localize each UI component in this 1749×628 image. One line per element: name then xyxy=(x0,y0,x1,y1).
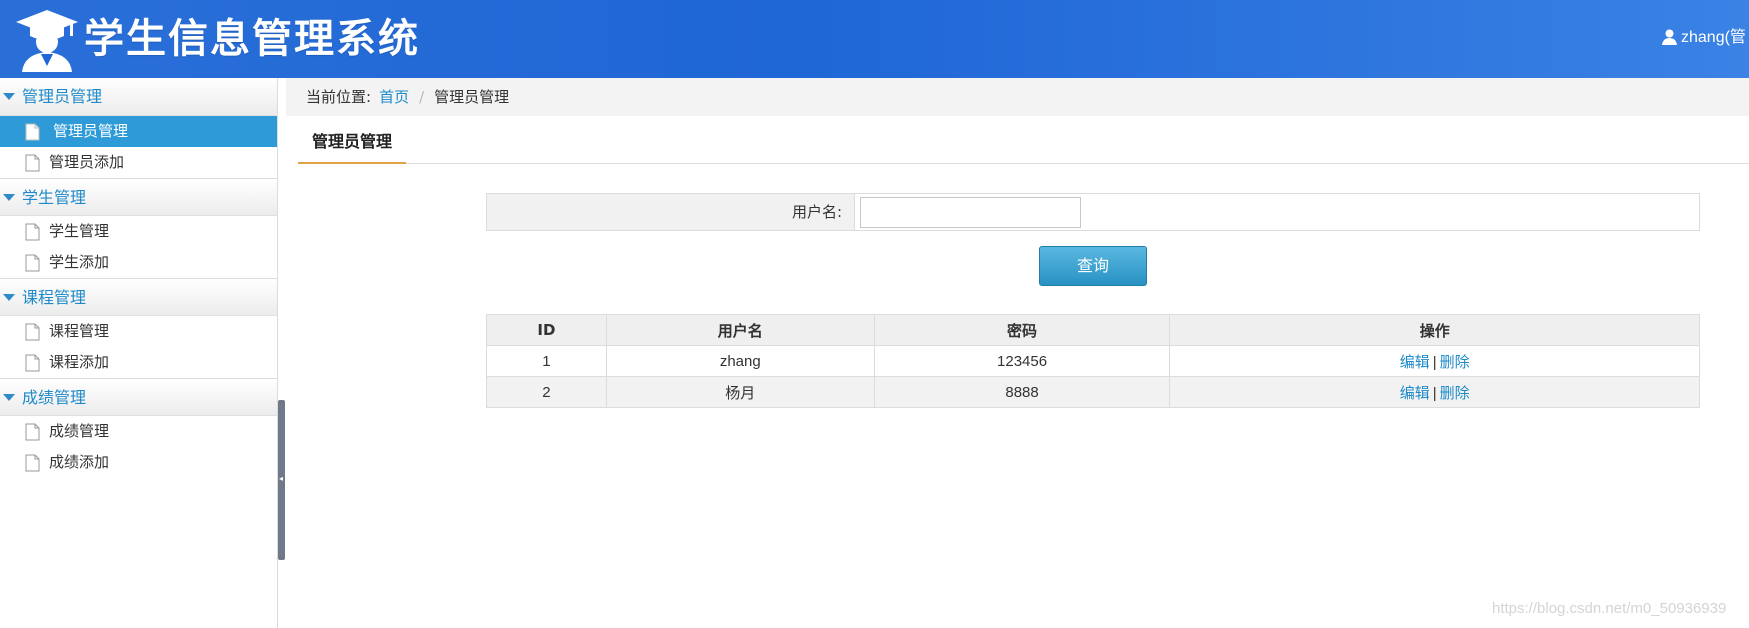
sidebar-item-course-add[interactable]: 课程添加 xyxy=(0,347,277,378)
graduate-logo-icon xyxy=(16,10,78,72)
table-row: 1 zhang 123456 编辑 | 删除 xyxy=(486,345,1700,377)
column-header-username: 用户名 xyxy=(605,314,875,346)
sidebar-group-course[interactable]: 课程管理 xyxy=(0,278,277,316)
sidebar-item-label: 课程添加 xyxy=(49,353,110,371)
sidebar-item-label: 课程管理 xyxy=(49,322,110,340)
sidebar-item-label: 学生管理 xyxy=(49,222,110,240)
admin-table: ID 用户名 密码 操作 1 zhang 123456 编辑 | 删除 2 杨月 8… xyxy=(486,314,1700,408)
column-header-actions: 操作 xyxy=(1169,314,1700,346)
sidebar-collapse-handle[interactable]: ◂ xyxy=(278,400,285,560)
sidebar-item-admin-add[interactable]: 管理员添加 xyxy=(0,147,277,178)
caret-down-icon xyxy=(3,394,15,401)
cell-password: 8888 xyxy=(873,376,1171,408)
cell-username: 杨月 xyxy=(605,376,875,408)
current-user[interactable]: zhang(管 xyxy=(1662,27,1746,49)
sidebar-group-admin[interactable]: 管理员管理 xyxy=(0,78,277,116)
cell-username: zhang xyxy=(605,345,875,377)
cell-actions: 编辑 | 删除 xyxy=(1169,376,1700,408)
sidebar-group-label: 成绩管理 xyxy=(22,388,87,407)
sidebar-item-label: 成绩管理 xyxy=(49,422,110,440)
collapse-arrow-icon: ◂ xyxy=(279,474,284,483)
cell-password: 123456 xyxy=(873,345,1171,377)
cell-id: 2 xyxy=(486,376,607,408)
sidebar-item-grade-add[interactable]: 成绩添加 xyxy=(0,447,277,478)
breadcrumb-home-link[interactable]: 首页 xyxy=(379,88,409,106)
sidebar-item-label: 管理员管理 xyxy=(53,122,129,140)
document-icon xyxy=(25,354,40,372)
sidebar-item-course-manage[interactable]: 课程管理 xyxy=(0,316,277,347)
watermark: https://blog.csdn.net/m0_50936939 xyxy=(1492,600,1727,617)
current-user-name: zhang(管 xyxy=(1681,29,1746,46)
action-separator: | xyxy=(1432,353,1437,371)
delete-link[interactable]: 删除 xyxy=(1440,353,1470,371)
tab-admin-manage[interactable]: 管理员管理 xyxy=(298,124,406,164)
sidebar-group-label: 学生管理 xyxy=(22,188,87,207)
breadcrumb: 当前位置: 首页 / 管理员管理 xyxy=(286,78,1749,116)
breadcrumb-separator: / xyxy=(419,88,425,106)
breadcrumb-current: 管理员管理 xyxy=(434,88,510,106)
username-label: 用户名: xyxy=(487,194,855,230)
search-form: 用户名: xyxy=(486,193,1700,231)
breadcrumb-prefix: 当前位置: xyxy=(306,88,372,106)
document-icon xyxy=(25,254,40,272)
table-header-row: ID 用户名 密码 操作 xyxy=(486,314,1700,346)
caret-down-icon xyxy=(3,294,15,301)
sidebar-item-student-add[interactable]: 学生添加 xyxy=(0,247,277,278)
document-icon xyxy=(25,423,40,441)
cell-actions: 编辑 | 删除 xyxy=(1169,345,1700,377)
app-title: 学生信息管理系统 xyxy=(84,16,420,62)
sidebar-group-grade[interactable]: 成绩管理 xyxy=(0,378,277,416)
cell-id: 1 xyxy=(486,345,607,377)
document-icon xyxy=(25,323,40,341)
table-row: 2 杨月 8888 编辑 | 删除 xyxy=(486,376,1700,408)
app-header: 学生信息管理系统 zhang(管 xyxy=(0,0,1749,78)
sidebar-group-student[interactable]: 学生管理 xyxy=(0,178,277,216)
document-icon xyxy=(25,454,40,472)
sidebar-item-label: 管理员添加 xyxy=(49,153,125,171)
action-separator: | xyxy=(1432,384,1437,402)
caret-down-icon xyxy=(3,194,15,201)
sidebar-item-label: 成绩添加 xyxy=(49,453,110,471)
document-icon xyxy=(25,154,40,172)
tab-bar: 管理员管理 xyxy=(298,124,1749,164)
edit-link[interactable]: 编辑 xyxy=(1400,384,1430,402)
query-button[interactable]: 查询 xyxy=(1039,246,1147,286)
sidebar-item-label: 学生添加 xyxy=(49,253,110,271)
delete-link[interactable]: 删除 xyxy=(1440,384,1470,402)
caret-down-icon xyxy=(3,93,15,100)
sidebar: 管理员管理 管理员管理 管理员添加 学生管理 学生管理 学生添加 课程管理 课程… xyxy=(0,78,278,628)
sidebar-item-admin-manage[interactable]: 管理员管理 xyxy=(0,116,277,147)
sidebar-group-label: 管理员管理 xyxy=(22,87,103,106)
sidebar-group-label: 课程管理 xyxy=(22,288,87,307)
username-search-input[interactable] xyxy=(860,197,1081,228)
document-icon xyxy=(25,123,40,141)
sidebar-item-student-manage[interactable]: 学生管理 xyxy=(0,216,277,247)
column-header-id: ID xyxy=(486,314,607,346)
main-content: 当前位置: 首页 / 管理员管理 管理员管理 用户名: 查询 ID 用户名 密码 操作… xyxy=(286,78,1749,628)
document-icon xyxy=(25,223,40,241)
user-icon xyxy=(1662,29,1677,45)
column-header-password: 密码 xyxy=(873,314,1171,346)
sidebar-item-grade-manage[interactable]: 成绩管理 xyxy=(0,416,277,447)
edit-link[interactable]: 编辑 xyxy=(1400,353,1430,371)
